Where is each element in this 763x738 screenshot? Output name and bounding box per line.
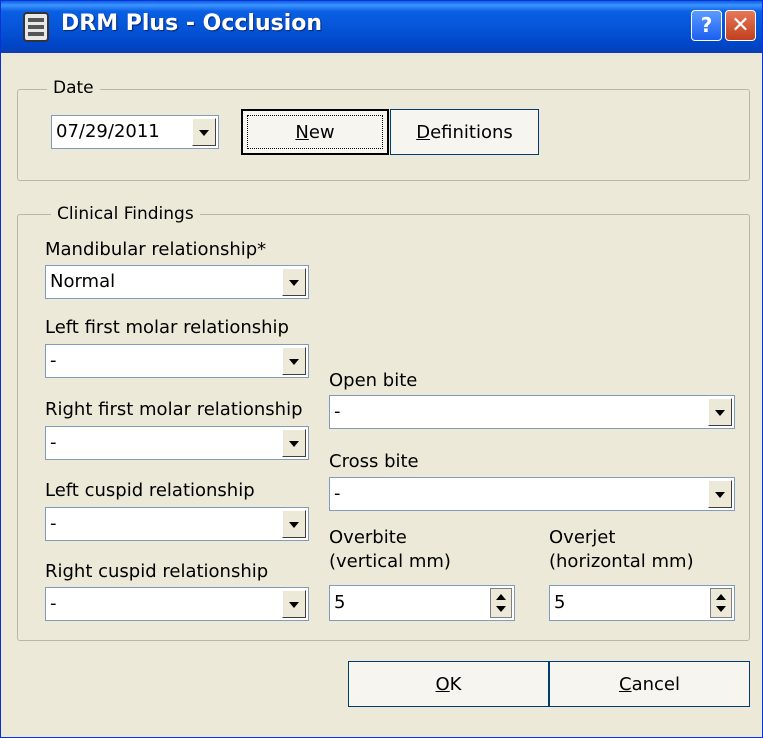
cross-bite-label: Cross bite — [329, 451, 419, 472]
ok-button[interactable]: OK — [348, 661, 549, 707]
mandibular-value: Normal — [50, 271, 116, 292]
left-first-molar-select[interactable]: - — [45, 344, 309, 378]
title-bar[interactable]: DRM Plus - Occlusion ? ✕ — [1, 1, 762, 53]
left-cuspid-select[interactable]: - — [45, 507, 309, 541]
right-cuspid-select[interactable]: - — [45, 587, 309, 621]
overbite-spin-buttons[interactable] — [490, 588, 512, 618]
left-cuspid-value: - — [50, 513, 57, 534]
cancel-button[interactable]: Cancel — [549, 661, 750, 707]
open-bite-label: Open bite — [329, 370, 418, 391]
definitions-button[interactable]: Definitions — [390, 109, 539, 155]
open-bite-dropdown-icon[interactable] — [708, 398, 732, 426]
help-button[interactable]: ? — [691, 10, 722, 41]
window-title: DRM Plus - Occlusion — [61, 11, 323, 36]
right-cuspid-label: Right cuspid relationship — [45, 561, 269, 582]
right-cuspid-dropdown-icon[interactable] — [282, 590, 306, 618]
ok-mnemonic: O — [435, 674, 450, 695]
open-bite-value: - — [334, 401, 341, 422]
mandibular-select[interactable]: Normal — [45, 265, 309, 299]
date-group-label: Date — [47, 78, 100, 98]
close-button[interactable]: ✕ — [725, 10, 756, 41]
overjet-spinner[interactable]: 5 — [549, 585, 735, 621]
right-first-molar-value: - — [50, 432, 57, 453]
overjet-value: 5 — [554, 592, 566, 613]
left-cuspid-label: Left cuspid relationship — [45, 480, 255, 501]
definitions-label-rest: efinitions — [430, 122, 513, 143]
overjet-spin-buttons[interactable] — [710, 588, 732, 618]
open-bite-select[interactable]: - — [329, 395, 735, 429]
mandibular-dropdown-icon[interactable] — [282, 268, 306, 296]
right-cuspid-value: - — [50, 593, 57, 614]
cross-bite-value: - — [334, 483, 341, 504]
overjet-label-line1: Overjet — [549, 527, 616, 548]
cross-bite-dropdown-icon[interactable] — [708, 480, 732, 508]
spin-up-icon[interactable] — [496, 594, 506, 600]
clinical-findings-label: Clinical Findings — [51, 204, 200, 224]
cancel-mnemonic: C — [619, 674, 632, 695]
overbite-value: 5 — [334, 592, 346, 613]
overbite-label-line2: (vertical mm) — [329, 551, 451, 572]
mandibular-label: Mandibular relationship* — [45, 239, 267, 260]
occlusion-dialog: DRM Plus - Occlusion ? ✕ Date 07/29/2011… — [0, 0, 763, 738]
left-cuspid-dropdown-icon[interactable] — [282, 510, 306, 538]
new-label-rest: ew — [308, 122, 335, 143]
cancel-label-rest: ancel — [631, 674, 680, 695]
close-icon: ✕ — [731, 13, 750, 38]
definitions-mnemonic: D — [416, 122, 431, 143]
left-first-molar-label: Left first molar relationship — [45, 317, 289, 338]
date-picker[interactable]: 07/29/2011 — [51, 115, 219, 149]
date-dropdown-icon[interactable] — [192, 118, 216, 146]
app-icon — [23, 12, 49, 42]
right-first-molar-select[interactable]: - — [45, 426, 309, 460]
help-icon: ? — [700, 13, 713, 37]
overjet-label-line2: (horizontal mm) — [549, 551, 694, 572]
overbite-spinner[interactable]: 5 — [329, 585, 515, 621]
left-first-molar-dropdown-icon[interactable] — [282, 347, 306, 375]
overbite-label-line1: Overbite — [329, 527, 407, 548]
spin-up-icon[interactable] — [716, 594, 726, 600]
spin-down-icon[interactable] — [496, 606, 506, 612]
date-value: 07/29/2011 — [56, 121, 160, 142]
ok-label-rest: K — [449, 674, 462, 695]
cross-bite-select[interactable]: - — [329, 477, 735, 511]
spin-down-icon[interactable] — [716, 606, 726, 612]
right-first-molar-label: Right first molar relationship — [45, 399, 303, 420]
new-mnemonic: N — [295, 122, 309, 143]
new-button[interactable]: New — [241, 109, 389, 155]
right-first-molar-dropdown-icon[interactable] — [282, 429, 306, 457]
left-first-molar-value: - — [50, 350, 57, 371]
